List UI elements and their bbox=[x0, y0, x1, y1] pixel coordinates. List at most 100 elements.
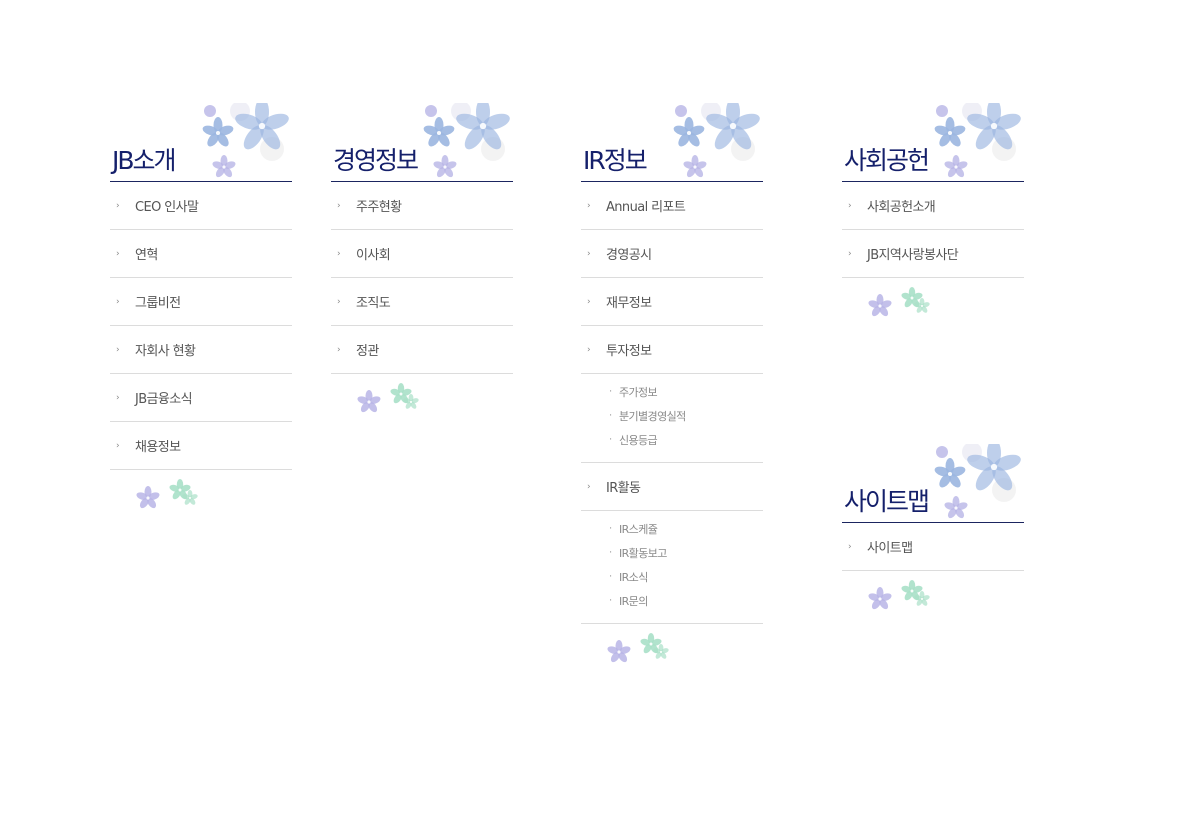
menu-link-label: 투자정보 bbox=[606, 344, 652, 359]
menu-link[interactable]: › 그룹비전 bbox=[110, 278, 292, 326]
bullet-dot-icon: · bbox=[609, 571, 613, 583]
menu-link[interactable]: › 자회사 현황 bbox=[110, 326, 292, 374]
menu-link-label: 이사회 bbox=[356, 248, 391, 263]
menu-link-label: JB지역사랑봉사단 bbox=[867, 248, 959, 263]
small-flowers-icon bbox=[842, 579, 1024, 619]
chevron-right-icon: › bbox=[116, 344, 120, 355]
menu-link-label: 채용정보 bbox=[135, 440, 181, 455]
bullet-dot-icon: · bbox=[609, 547, 613, 559]
menu-link[interactable]: › 이사회 bbox=[331, 230, 513, 278]
column-header: JB소개 bbox=[110, 98, 292, 182]
chevron-right-icon: › bbox=[337, 296, 341, 307]
chevron-right-icon: › bbox=[116, 440, 120, 451]
column-title: 경영정보 bbox=[333, 146, 419, 175]
submenu-link[interactable]: · IR소식 bbox=[581, 565, 763, 589]
chevron-right-icon: › bbox=[587, 296, 591, 307]
menu-link-label: 사이트맵 bbox=[867, 541, 913, 556]
submenu-link[interactable]: · 주가정보 bbox=[581, 380, 763, 404]
menu-link[interactable]: › 사이트맵 bbox=[842, 523, 1024, 571]
menu-link-label: 그룹비전 bbox=[135, 296, 181, 311]
column-header: 사이트맵 bbox=[842, 439, 1024, 523]
submenu-link[interactable]: · IR문의 bbox=[581, 589, 763, 613]
submenu-link[interactable]: · 신용등급 bbox=[581, 428, 763, 452]
menu-column-management: 경영정보 › 주주현황 › 이사회 › 조직도 › 정관 bbox=[331, 98, 513, 422]
menu-link-label: CEO 인사말 bbox=[135, 200, 199, 215]
menu-link[interactable]: › 사회공헌소개 bbox=[842, 182, 1024, 230]
menu-link[interactable]: › 정관 bbox=[331, 326, 513, 374]
menu-list: › 주주현황 › 이사회 › 조직도 › 정관 bbox=[331, 182, 513, 374]
menu-link[interactable]: › CEO 인사말 bbox=[110, 182, 292, 230]
menu-link[interactable]: › 투자정보 bbox=[581, 326, 763, 374]
submenu-link-label: IR스케쥴 bbox=[619, 523, 658, 536]
flower-cluster-icon bbox=[932, 439, 1024, 522]
submenu-link-label: 신용등급 bbox=[619, 434, 658, 447]
menu-list: › 사회공헌소개 › JB지역사랑봉사단 bbox=[842, 182, 1024, 278]
chevron-right-icon: › bbox=[116, 200, 120, 211]
column-title: JB소개 bbox=[112, 146, 177, 175]
menu-link[interactable]: › Annual 리포트 bbox=[581, 182, 763, 230]
column-title: 사이트맵 bbox=[844, 487, 930, 516]
flower-cluster-icon bbox=[671, 98, 763, 181]
bullet-dot-icon: · bbox=[609, 386, 613, 398]
small-flowers-icon bbox=[110, 478, 292, 518]
column-header: IR정보 bbox=[581, 98, 763, 182]
menu-link[interactable]: › 조직도 bbox=[331, 278, 513, 326]
bullet-dot-icon: · bbox=[609, 523, 613, 535]
chevron-right-icon: › bbox=[587, 248, 591, 259]
menu-list: › Annual 리포트 › 경영공시 › 재무정보 › 투자정보 · 주가정보 · 분기별경영실적 ·… bbox=[581, 182, 763, 624]
submenu-link[interactable]: · IR활동보고 bbox=[581, 541, 763, 565]
menu-column-sitemap: 사이트맵 › 사이트맵 bbox=[842, 439, 1024, 619]
column-header: 사회공헌 bbox=[842, 98, 1024, 182]
small-flowers-icon bbox=[331, 382, 513, 422]
menu-column-social: 사회공헌 › 사회공헌소개 › JB지역사랑봉사단 bbox=[842, 98, 1024, 326]
menu-link[interactable]: › JB지역사랑봉사단 bbox=[842, 230, 1024, 278]
menu-link[interactable]: › IR활동 bbox=[581, 463, 763, 511]
bullet-dot-icon: · bbox=[609, 434, 613, 446]
chevron-right-icon: › bbox=[116, 296, 120, 307]
submenu-link-label: IR활동보고 bbox=[619, 547, 667, 560]
menu-list: › CEO 인사말 › 연혁 › 그룹비전 › 자회사 현황 › JB금융소식 › 채용정보 bbox=[110, 182, 292, 470]
submenu-list: · 주가정보 · 분기별경영실적 · 신용등급 bbox=[581, 374, 763, 463]
menu-link-label: IR활동 bbox=[606, 481, 641, 496]
submenu-link[interactable]: · IR스케쥴 bbox=[581, 517, 763, 541]
flower-cluster-icon bbox=[932, 98, 1024, 181]
menu-link[interactable]: › 재무정보 bbox=[581, 278, 763, 326]
menu-link-label: 연혁 bbox=[135, 248, 158, 263]
menu-link-label: 자회사 현황 bbox=[135, 344, 196, 359]
chevron-right-icon: › bbox=[848, 248, 852, 259]
submenu-link-label: IR문의 bbox=[619, 595, 648, 608]
chevron-right-icon: › bbox=[587, 200, 591, 211]
small-flowers-icon bbox=[581, 632, 763, 672]
column-header: 경영정보 bbox=[331, 98, 513, 182]
menu-link[interactable]: › 경영공시 bbox=[581, 230, 763, 278]
chevron-right-icon: › bbox=[848, 200, 852, 211]
chevron-right-icon: › bbox=[337, 200, 341, 211]
small-flowers-icon bbox=[842, 286, 1024, 326]
menu-link-label: JB금융소식 bbox=[135, 392, 193, 407]
menu-link[interactable]: › 주주현황 bbox=[331, 182, 513, 230]
menu-link-label: 조직도 bbox=[356, 296, 391, 311]
submenu-link[interactable]: · 분기별경영실적 bbox=[581, 404, 763, 428]
chevron-right-icon: › bbox=[337, 344, 341, 355]
column-title: 사회공헌 bbox=[844, 146, 930, 175]
chevron-right-icon: › bbox=[337, 248, 341, 259]
submenu-link-label: 분기별경영실적 bbox=[619, 410, 686, 423]
menu-link[interactable]: › 채용정보 bbox=[110, 422, 292, 470]
menu-column-ir: IR정보 › Annual 리포트 › 경영공시 › 재무정보 › 투자정보 · 주가정보 · 분기별경… bbox=[581, 98, 763, 672]
menu-link-label: 주주현황 bbox=[356, 200, 402, 215]
chevron-right-icon: › bbox=[116, 248, 120, 259]
menu-link[interactable]: › 연혁 bbox=[110, 230, 292, 278]
chevron-right-icon: › bbox=[116, 392, 120, 403]
menu-link-label: 정관 bbox=[356, 344, 379, 359]
menu-link-label: 사회공헌소개 bbox=[867, 200, 936, 215]
menu-link-label: 재무정보 bbox=[606, 296, 652, 311]
flower-cluster-icon bbox=[421, 98, 513, 181]
menu-link[interactable]: › JB금융소식 bbox=[110, 374, 292, 422]
chevron-right-icon: › bbox=[848, 541, 852, 552]
chevron-right-icon: › bbox=[587, 481, 591, 492]
menu-link-label: 경영공시 bbox=[606, 248, 652, 263]
menu-list: › 사이트맵 bbox=[842, 523, 1024, 571]
menu-column-jb-intro: JB소개 › CEO 인사말 › 연혁 › 그룹비전 › 자회사 현황 › JB금융소식 › 채용정보 bbox=[110, 98, 292, 518]
submenu-link-label: 주가정보 bbox=[619, 386, 658, 399]
submenu-list: · IR스케쥴 · IR활동보고 · IR소식 · IR문의 bbox=[581, 511, 763, 624]
